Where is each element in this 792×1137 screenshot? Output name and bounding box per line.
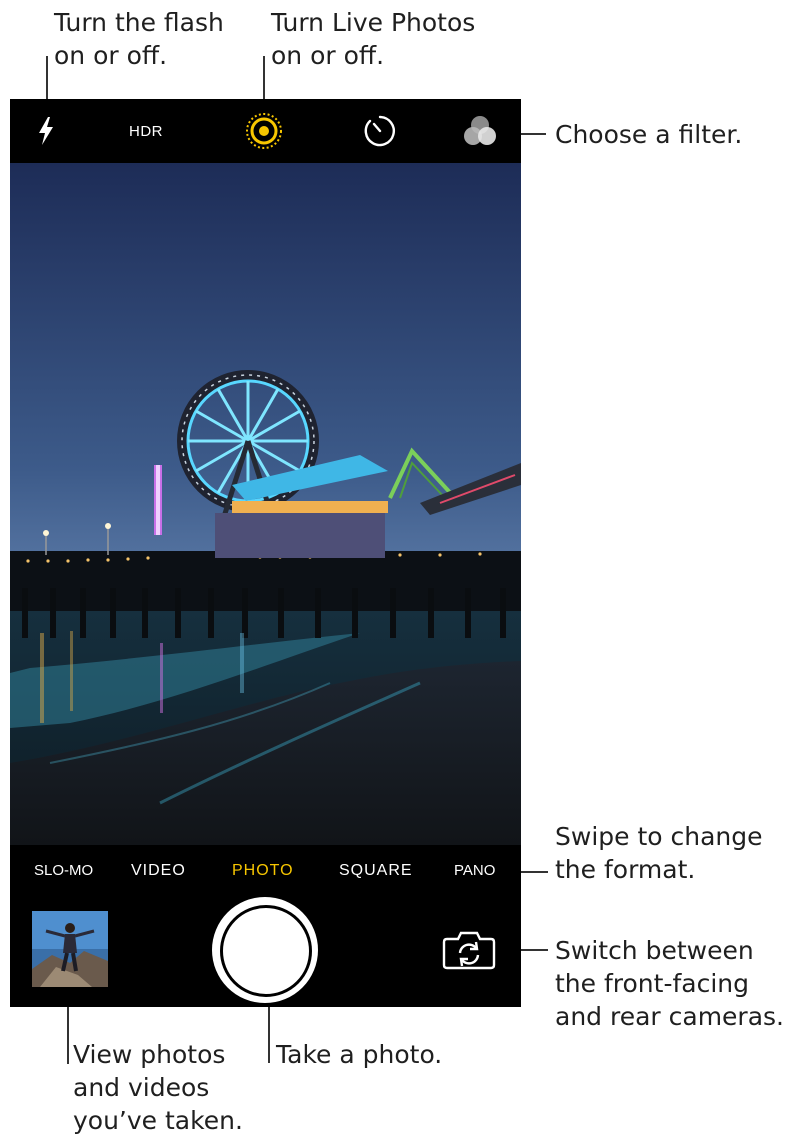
viewfinder-scene [10,163,521,845]
callout-shutter: Take a photo. [276,1040,443,1069]
callout-filter: Choose a filter. [555,120,743,149]
camera-screen: HDR SLO-MO VIDEO PHOTO SQUARE PANO [10,99,521,1007]
callout-flash: Turn the flash on or off. [54,8,224,70]
viewfinder[interactable] [10,163,521,845]
filter-button[interactable] [458,99,502,163]
last-photo-thumbnail[interactable] [32,911,108,987]
flash-icon [39,117,53,145]
mode-square[interactable]: SQUARE [339,845,413,897]
callout-library: View photos and videos you’ve taken. [73,1040,243,1135]
switch-camera-button[interactable] [442,930,496,970]
mode-photo[interactable]: PHOTO [232,845,294,897]
shutter-button[interactable] [212,897,318,1003]
mode-video[interactable]: VIDEO [131,845,186,897]
hdr-button[interactable]: HDR [114,99,178,163]
camera-bottom-bar [10,897,521,1007]
camera-switch-icon [442,931,496,970]
timer-icon [364,115,395,147]
shutter-ring [220,905,312,997]
callout-line-shutter [268,1005,270,1063]
timer-button[interactable] [358,99,402,163]
mode-selector[interactable]: SLO-MO VIDEO PHOTO SQUARE PANO [10,845,521,897]
filter-icon [464,116,496,145]
mode-pano[interactable]: PANO [454,845,495,897]
callout-switch-camera: Switch between the front-facing and rear… [555,936,785,1031]
callout-format: Swipe to change the format. [555,822,763,884]
thumbnail-image [32,911,108,987]
flash-button[interactable] [28,99,64,163]
live-photo-button[interactable] [238,99,290,163]
hdr-label: HDR [129,122,163,140]
camera-top-bar: HDR [10,99,521,163]
mode-slo-mo[interactable]: SLO-MO [34,845,93,897]
live-photo-icon [246,113,282,149]
callout-live-photos: Turn Live Photos on or off. [271,8,476,70]
